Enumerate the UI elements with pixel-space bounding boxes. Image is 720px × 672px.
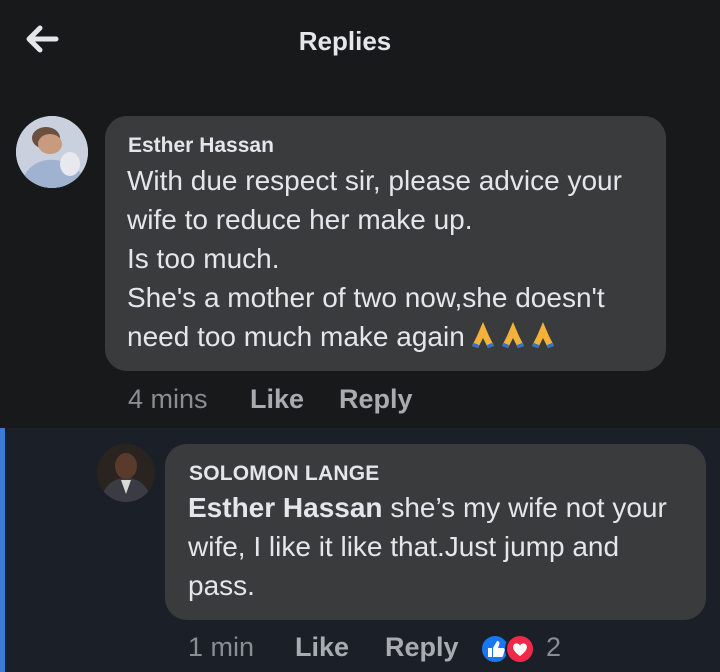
page-title: Replies	[298, 26, 392, 56]
reply-bubble: SOLOMON LANGE Esther Hassan she’s my wif…	[165, 444, 706, 620]
comment-line: wife to reduce her make up.	[127, 204, 473, 235]
reply-text: Esther Hassan she’s my wife not your wif…	[188, 488, 698, 605]
reply-line: Esther Hassan she’s my wife not your	[188, 488, 698, 527]
reply-author[interactable]: SOLOMON LANGE	[189, 462, 379, 486]
reaction-count[interactable]: 2	[546, 632, 561, 663]
reply-line: wife, I like it like that.Just jump and	[188, 531, 620, 562]
comment-line: need too much make again	[127, 321, 465, 352]
like-button[interactable]: Like	[295, 632, 349, 663]
folded-hands-icon	[531, 322, 554, 348]
comment-line: She's a mother of two now,she doesn't	[127, 282, 605, 313]
comment-line-last: need too much make again	[127, 317, 657, 360]
comment-line: With due respect sir, please advice your	[127, 165, 622, 196]
reply-button[interactable]: Reply	[385, 632, 459, 663]
reactions-summary[interactable]	[480, 634, 538, 664]
like-icon	[480, 634, 510, 664]
reply-time: 1 min	[188, 632, 255, 662]
comment-time: 4 mins	[128, 384, 208, 414]
thread-indicator	[0, 428, 5, 672]
avatar-esther[interactable]	[16, 116, 88, 188]
folded-hands-icon	[501, 322, 524, 348]
header-bar: Replies	[0, 0, 720, 84]
heart-icon	[505, 634, 535, 664]
folded-hands-emoji-group	[469, 320, 559, 360]
comment-line: Is too much.	[127, 243, 280, 274]
comment-text: With due respect sir, please advice your…	[127, 161, 657, 360]
reply-line: pass.	[188, 570, 255, 601]
comment-bubble: Esther Hassan With due respect sir, plea…	[105, 116, 666, 371]
reply-button[interactable]: Reply	[339, 384, 413, 415]
avatar-solomon[interactable]	[97, 444, 155, 502]
comment-author[interactable]: Esther Hassan	[128, 134, 274, 158]
reply-text-part: she’s my wife not your	[382, 492, 667, 523]
like-button[interactable]: Like	[250, 384, 304, 415]
mention-link[interactable]: Esther Hassan	[188, 492, 383, 523]
folded-hands-icon	[471, 322, 494, 348]
